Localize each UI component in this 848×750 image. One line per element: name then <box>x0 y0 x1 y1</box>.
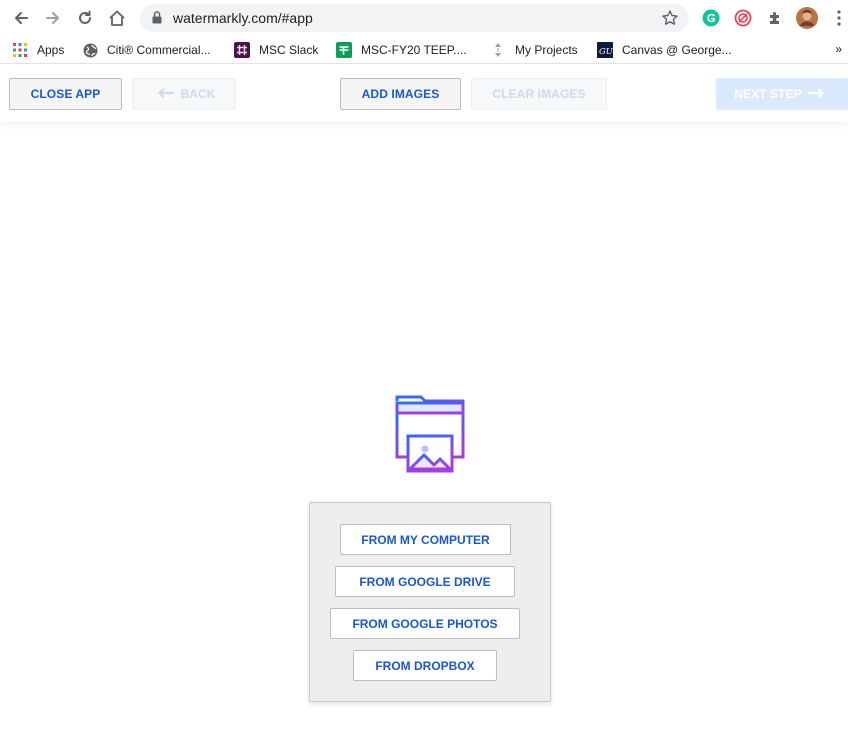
clear-images-button[interactable]: CLEAR IMAGES <box>471 78 607 110</box>
swirl-extension-icon[interactable] <box>732 7 754 29</box>
more-bookmarks-icon[interactable]: » <box>835 42 842 56</box>
source-label: FROM DROPBOX <box>375 658 475 673</box>
bookmark-apps[interactable]: Apps <box>12 41 64 59</box>
home-icon[interactable] <box>105 6 129 30</box>
reload-icon[interactable] <box>73 6 97 30</box>
projects-icon <box>490 42 506 58</box>
bookmarks-bar: Apps Citi® Commercial... MSC Slack MSC-F… <box>0 36 848 64</box>
source-label: FROM GOOGLE DRIVE <box>359 574 491 589</box>
back-button[interactable]: BACK <box>132 78 236 110</box>
image-folder-icon <box>394 395 466 473</box>
avatar[interactable] <box>796 7 818 29</box>
bookmark-citi[interactable]: Citi® Commercial... <box>82 41 211 59</box>
back-label: BACK <box>180 87 216 101</box>
bookmark-my-projects[interactable]: My Projects <box>490 41 578 59</box>
source-label: FROM MY COMPUTER <box>361 532 490 547</box>
lock-icon[interactable] <box>152 11 162 29</box>
arrow-right-icon <box>807 87 824 101</box>
apps-grid-icon <box>12 42 28 58</box>
globe-icon <box>82 42 98 58</box>
svg-text:GU: GU <box>599 47 613 57</box>
bookmark-canvas[interactable]: GU Canvas @ George... <box>597 41 732 59</box>
gu-icon: GU <box>597 42 613 58</box>
add-images-label: ADD IMAGES <box>361 87 440 101</box>
from-my-computer-button[interactable]: FROM MY COMPUTER <box>340 524 511 555</box>
url-text[interactable]: watermarkly.com/#app <box>173 10 313 26</box>
from-dropbox-button[interactable]: FROM DROPBOX <box>353 650 497 681</box>
close-app-label: CLOSE APP <box>30 87 101 101</box>
slack-icon <box>234 42 250 58</box>
clear-images-label: CLEAR IMAGES <box>492 87 586 101</box>
grammarly-icon[interactable] <box>700 7 722 29</box>
arrow-left-icon <box>158 87 175 101</box>
app-header: CLOSE APP BACK ADD IMAGES CLEAR IMAGES N… <box>0 65 848 121</box>
bookmark-label: Canvas @ George... <box>622 43 732 57</box>
bookmark-msc-slack[interactable]: MSC Slack <box>234 41 318 59</box>
next-step-label: NEXT STEP <box>734 87 802 101</box>
back-arrow-icon[interactable] <box>9 6 33 30</box>
from-google-photos-button[interactable]: FROM GOOGLE PHOTOS <box>330 608 520 639</box>
kebab-menu-icon[interactable] <box>828 7 848 29</box>
add-images-button[interactable]: ADD IMAGES <box>340 78 461 110</box>
bookmark-label: MSC-FY20 TEEP.... <box>361 43 467 57</box>
bookmark-label: MSC Slack <box>259 43 319 57</box>
bookmark-label: Apps <box>37 43 65 57</box>
from-google-drive-button[interactable]: FROM GOOGLE DRIVE <box>335 566 515 597</box>
browser-toolbar: watermarkly.com/#app <box>0 0 848 36</box>
puzzle-icon[interactable] <box>764 7 786 29</box>
next-step-button[interactable]: NEXT STEP <box>716 78 848 110</box>
bookmark-label: My Projects <box>515 43 578 57</box>
bookmark-msc-fy20[interactable]: MSC-FY20 TEEP.... <box>336 41 467 59</box>
bookmark-label: Citi® Commercial... <box>107 43 211 57</box>
close-app-button[interactable]: CLOSE APP <box>9 78 122 110</box>
sheets-icon <box>336 42 352 58</box>
star-icon[interactable] <box>661 9 679 32</box>
source-label: FROM GOOGLE PHOTOS <box>352 616 498 631</box>
image-source-panel: FROM MY COMPUTER FROM GOOGLE DRIVE FROM … <box>309 502 551 702</box>
address-bar[interactable]: watermarkly.com/#app <box>140 4 689 32</box>
forward-arrow-icon[interactable] <box>41 6 65 30</box>
